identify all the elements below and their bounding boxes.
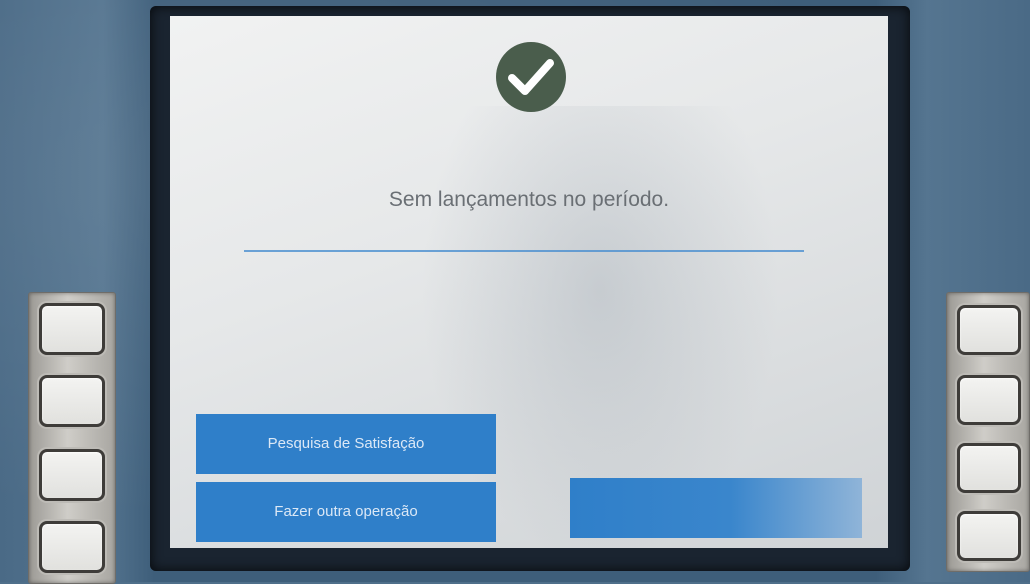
right-function-key-3[interactable]: [957, 443, 1021, 493]
satisfaction-survey-button[interactable]: Pesquisa de Satisfação: [196, 414, 496, 474]
left-function-key-4[interactable]: [39, 521, 105, 573]
atm-screen: Sem lançamentos no período. Pesquisa de …: [170, 16, 888, 548]
check-circle-icon: [496, 42, 566, 112]
right-function-key-2[interactable]: [957, 375, 1021, 425]
status-message: Sem lançamentos no período.: [388, 188, 670, 211]
left-function-key-1[interactable]: [39, 303, 105, 355]
right-function-key-1[interactable]: [957, 305, 1021, 355]
left-function-key-2[interactable]: [39, 375, 105, 427]
right-function-key-4[interactable]: [957, 511, 1021, 561]
left-function-keys: [28, 292, 116, 584]
checkmark-icon: [508, 59, 554, 95]
other-operation-button[interactable]: Fazer outra operação: [196, 482, 496, 542]
right-function-keys: [946, 292, 1030, 572]
right-bottom-button[interactable]: [570, 478, 862, 538]
divider-line: [244, 250, 804, 252]
left-function-key-3[interactable]: [39, 449, 105, 501]
